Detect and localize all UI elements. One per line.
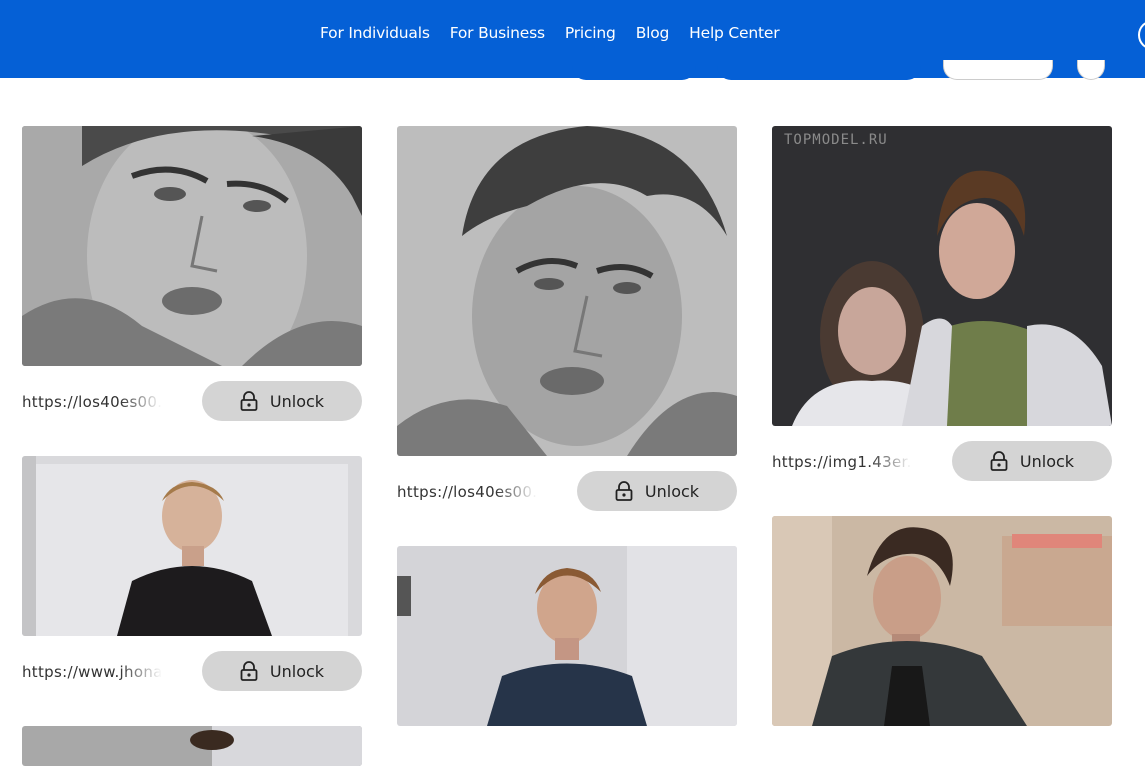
main-nav: For Individuals For Business Pricing Blo… (320, 24, 799, 42)
lock-icon (990, 451, 1008, 471)
result-image[interactable] (772, 516, 1112, 726)
account-avatar[interactable] (1138, 20, 1145, 50)
unlock-label: Unlock (1019, 451, 1075, 471)
result-meta: https://img1.43er.c Unlock (772, 441, 1112, 481)
unlock-label: Unlock (269, 661, 325, 681)
unlock-label: Unlock (644, 481, 700, 501)
filter-pill[interactable] (572, 60, 696, 80)
portrait-photo (22, 456, 362, 636)
result-url[interactable]: https://www.jhona (22, 663, 162, 681)
result-image[interactable] (22, 726, 362, 766)
portrait-photo (397, 546, 737, 726)
result-image[interactable]: TOPMODEL.RU (772, 126, 1112, 426)
portrait-photo (772, 516, 1112, 726)
nav-blog[interactable]: Blog (636, 24, 670, 42)
portrait-photo (22, 726, 362, 766)
unlock-button[interactable]: Unlock (952, 441, 1112, 481)
filter-pill[interactable] (717, 60, 921, 80)
result-url[interactable]: https://los40es00. (22, 393, 162, 411)
result-image[interactable] (22, 456, 362, 636)
nav-help-center[interactable]: Help Center (689, 24, 779, 42)
portrait-photo: TOPMODEL.RU (772, 126, 1112, 426)
nav-for-business[interactable]: For Business (450, 24, 545, 42)
watermark: TOPMODEL.RU (784, 132, 888, 148)
lock-icon (240, 391, 258, 411)
nav-pricing[interactable]: Pricing (565, 24, 616, 42)
filter-pill[interactable] (943, 60, 1053, 80)
result-image[interactable] (22, 126, 362, 366)
result-meta: https://los40es00. Unlock (397, 471, 737, 511)
unlock-button[interactable]: Unlock (202, 651, 362, 691)
result-image[interactable] (397, 126, 737, 456)
result-meta: https://www.jhona Unlock (22, 651, 362, 691)
unlock-label: Unlock (269, 391, 325, 411)
nav-for-individuals[interactable]: For Individuals (320, 24, 430, 42)
result-meta: https://los40es00. Unlock (22, 381, 362, 421)
portrait-photo (397, 126, 737, 456)
portrait-photo (22, 126, 362, 366)
lock-icon (615, 481, 633, 501)
unlock-button[interactable]: Unlock (577, 471, 737, 511)
result-url[interactable]: https://img1.43er.c (772, 453, 912, 471)
unlock-button[interactable]: Unlock (202, 381, 362, 421)
result-url[interactable]: https://los40es00. (397, 483, 537, 501)
result-image[interactable] (397, 546, 737, 726)
lock-icon (240, 661, 258, 681)
